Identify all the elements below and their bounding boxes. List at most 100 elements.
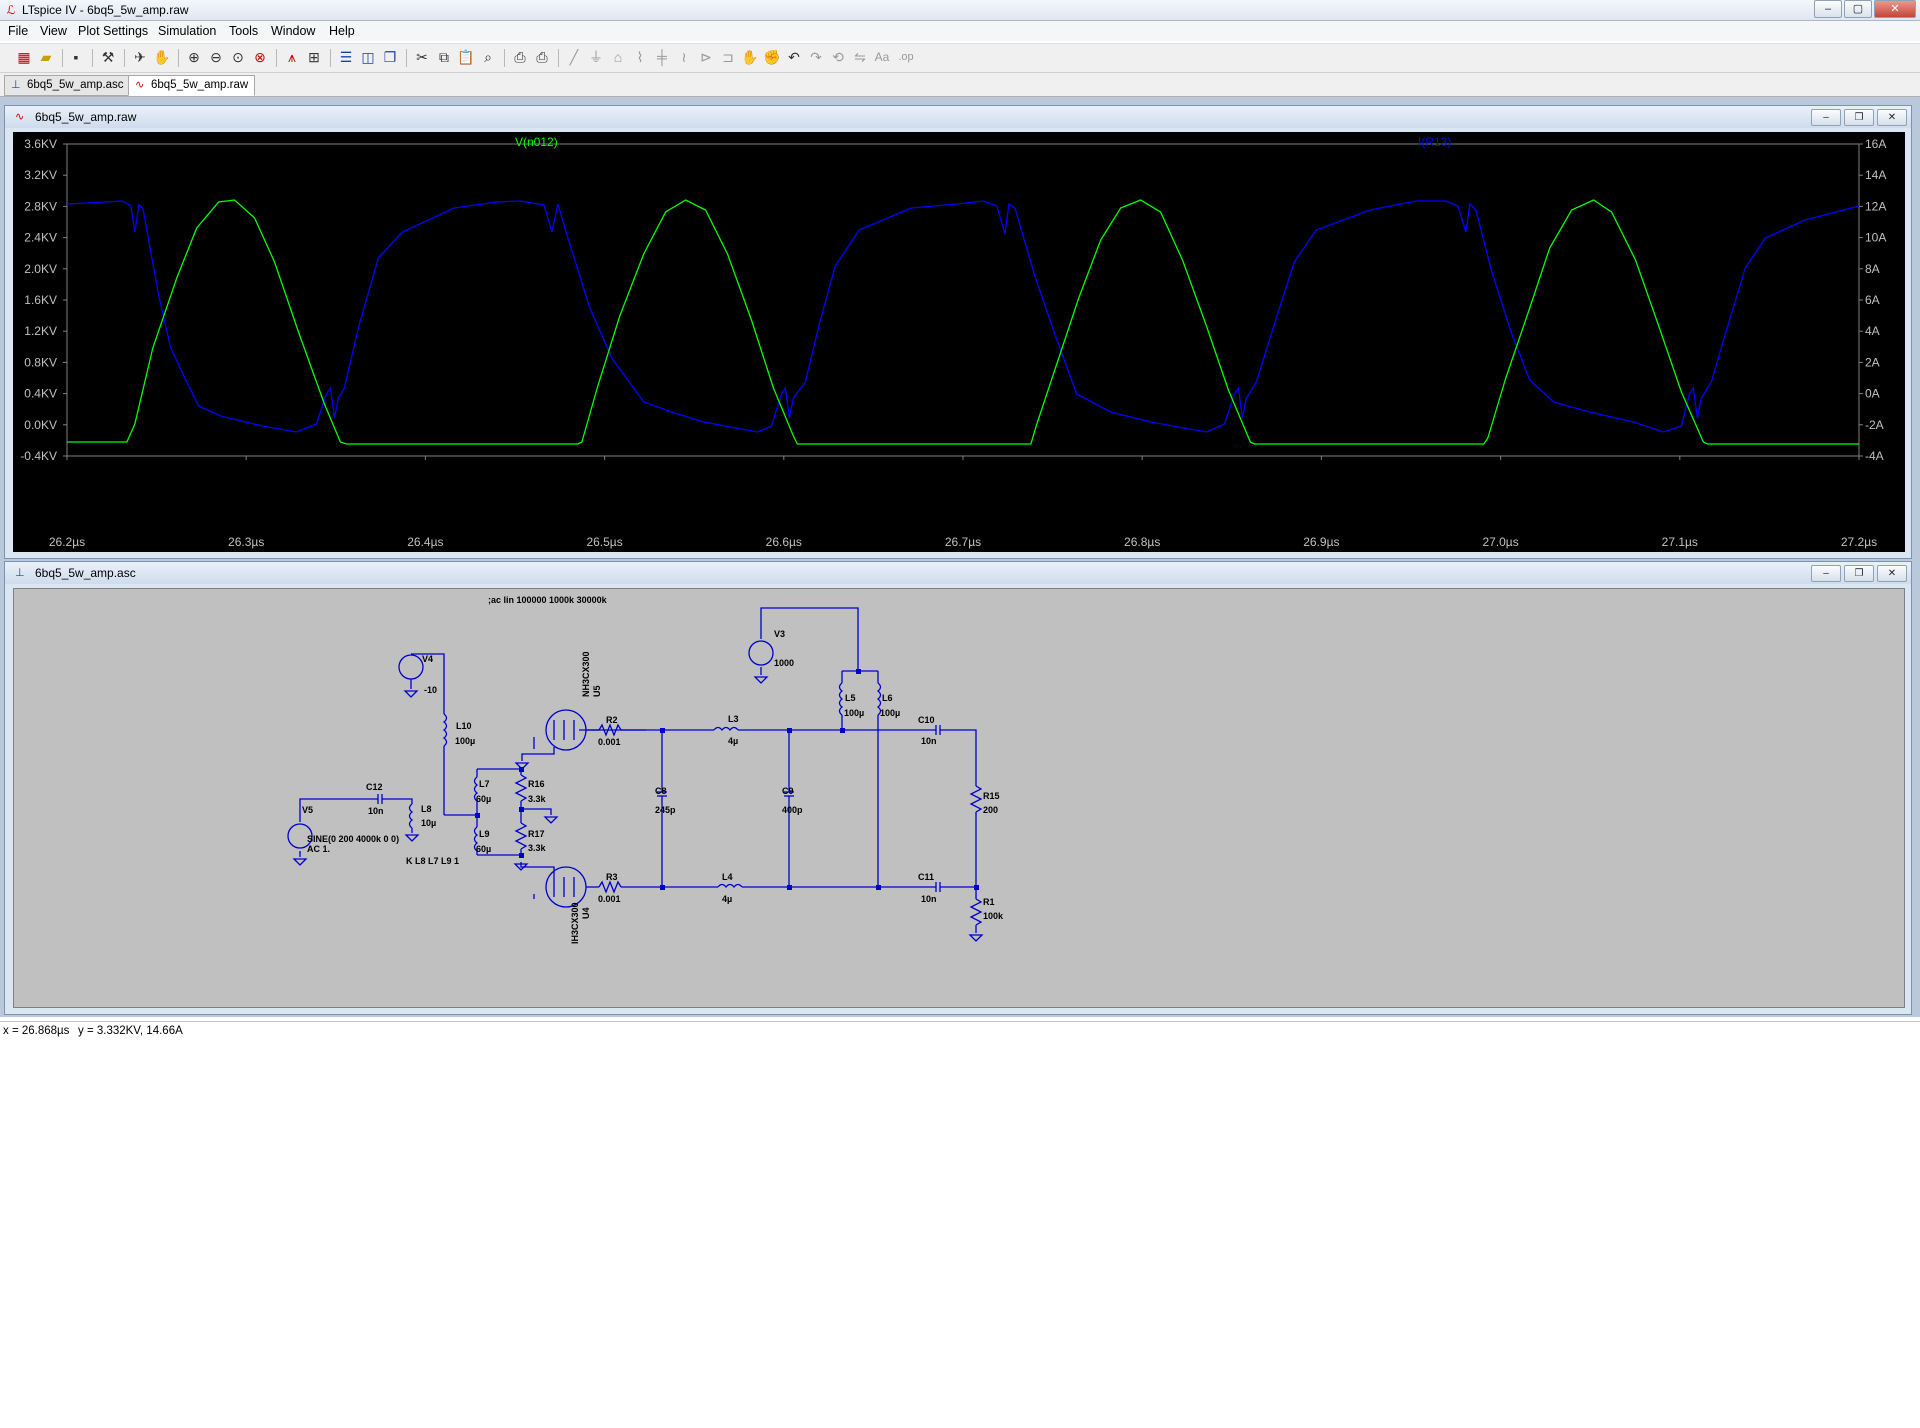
- zoom-in-icon[interactable]: ⊕: [184, 47, 204, 67]
- tab-waveform[interactable]: ∿ 6bq5_5w_amp.raw: [128, 75, 256, 96]
- tile-vertical-icon[interactable]: ◫: [358, 47, 378, 67]
- label-L3: L3: [728, 714, 739, 724]
- schematic-minimize-button[interactable]: –: [1811, 565, 1841, 582]
- waveform-window-title: 6bq5_5w_amp.raw: [35, 110, 137, 124]
- menu-tools[interactable]: Tools: [229, 24, 258, 38]
- waveform-plot-svg: 3.6KV 3.2KV 2.8KV 2.4KV 2.0KV 1.6KV 1.2K…: [20, 135, 1886, 549]
- menu-simulation[interactable]: Simulation: [158, 24, 216, 38]
- waveform-window-titlebar[interactable]: ∿ 6bq5_5w_amp.raw – ❐ ✕: [5, 106, 1911, 128]
- copy-icon[interactable]: ⧉: [434, 47, 454, 67]
- y-right-tick: 4A: [1865, 324, 1880, 338]
- label-V5: V5: [302, 805, 313, 815]
- new-schematic-icon[interactable]: ▦: [14, 47, 34, 67]
- tile-horizontal-icon[interactable]: ☰: [336, 47, 356, 67]
- zoom-fit-icon[interactable]: ⊙: [228, 47, 248, 67]
- label-icon[interactable]: ⌂: [608, 47, 628, 67]
- maximize-button[interactable]: ▢: [1844, 0, 1872, 18]
- schematic-restore-button[interactable]: ❐: [1844, 565, 1874, 582]
- label-C10-val: 10n: [921, 736, 937, 746]
- paste-icon[interactable]: 📋: [456, 47, 476, 67]
- mdi-area: ∿ 6bq5_5w_amp.raw – ❐ ✕ 3.6KV 3.2KV 2.8K…: [0, 97, 1920, 1017]
- label-R17-val: 3.3k: [528, 843, 547, 853]
- label-L6-val: 100µ: [880, 708, 900, 718]
- waveform-icon: ∿: [135, 79, 145, 91]
- label-C11-val: 10n: [921, 894, 937, 904]
- cut-icon[interactable]: ✂: [412, 47, 432, 67]
- label-V5-val1: SINE(0 200 4000k 0 0): [307, 834, 399, 844]
- close-button[interactable]: ✕: [1874, 0, 1916, 18]
- component-icon[interactable]: ⊐: [718, 47, 738, 67]
- trace-ir13: [66, 200, 1860, 433]
- label-V3-val: 1000: [774, 658, 794, 668]
- inductor-icon[interactable]: ≀: [674, 47, 694, 67]
- y-left-tick: 2.8KV: [24, 199, 57, 213]
- schematic-window-title: 6bq5_5w_amp.asc: [35, 566, 136, 580]
- menu-help[interactable]: Help: [329, 24, 355, 38]
- text-icon[interactable]: Aa: [872, 47, 892, 67]
- trace-label-ir13[interactable]: I(R13): [1418, 135, 1451, 149]
- menu-file[interactable]: File: [8, 24, 28, 38]
- label-L10: L10: [456, 721, 472, 731]
- y-left-tick: 0.0KV: [24, 418, 57, 432]
- status-bar: x = 26.868µs y = 3.332KV, 14.66A: [0, 1021, 1920, 1042]
- control-panel-icon[interactable]: ⚒: [98, 47, 118, 67]
- cascade-icon[interactable]: ❐: [380, 47, 400, 67]
- menu-window[interactable]: Window: [271, 24, 315, 38]
- schematic-canvas[interactable]: ;ac lin 100000 1000k 30000k V4 -10 V3 10…: [13, 588, 1905, 1008]
- y-left-tick: -0.4KV: [20, 449, 57, 463]
- rotate-icon[interactable]: ⟲: [828, 47, 848, 67]
- menu-view[interactable]: View: [40, 24, 67, 38]
- print-preview-icon[interactable]: ⎙: [510, 47, 530, 67]
- zoom-out-icon[interactable]: ⊖: [206, 47, 226, 67]
- cursor-y-readout: y = 3.332KV, 14.66A: [78, 1025, 183, 1037]
- label-R1-val: 100k: [983, 911, 1004, 921]
- sheet-icon[interactable]: ⊞: [304, 47, 324, 67]
- wire-icon[interactable]: ╱: [564, 47, 584, 67]
- resistor-icon[interactable]: ⌇: [630, 47, 650, 67]
- waveform-plot[interactable]: 3.6KV 3.2KV 2.8KV 2.4KV 2.0KV 1.6KV 1.2K…: [13, 132, 1905, 552]
- x-tick: 26.4µs: [407, 535, 443, 549]
- save-icon[interactable]: ▪: [66, 47, 86, 67]
- spice-directive[interactable]: ;ac lin 100000 1000k 30000k: [488, 595, 608, 605]
- ground-icon[interactable]: ⏚: [586, 47, 606, 67]
- label-L10-val: 100µ: [455, 736, 475, 746]
- redo-icon[interactable]: ↷: [806, 47, 826, 67]
- drag-icon[interactable]: ✊: [762, 47, 782, 67]
- label-U4-model: IH3CX300: [570, 902, 580, 944]
- label-L7: L7: [479, 779, 490, 789]
- x-tick: 27.2µs: [1841, 535, 1877, 549]
- waveform-minimize-button[interactable]: –: [1811, 109, 1841, 126]
- schematic-close-button[interactable]: ✕: [1877, 565, 1907, 582]
- spice-directive-icon[interactable]: .op: [896, 47, 916, 67]
- print-icon[interactable]: ⎙: [532, 47, 552, 67]
- trace-label-vn012[interactable]: V(n012): [515, 135, 558, 149]
- label-L5-val: 100µ: [844, 708, 864, 718]
- x-tick: 26.7µs: [945, 535, 981, 549]
- run-icon[interactable]: ✈: [130, 47, 150, 67]
- schematic-icon: ⊥: [15, 567, 25, 579]
- diode-icon[interactable]: ⊳: [696, 47, 716, 67]
- label-L6: L6: [882, 693, 893, 703]
- minimize-button[interactable]: –: [1814, 0, 1842, 18]
- y-right-tick: 8A: [1865, 262, 1880, 276]
- mirror-icon[interactable]: ⇋: [850, 47, 870, 67]
- pan-icon[interactable]: ✋: [152, 47, 172, 67]
- label-C9-val: 400p: [782, 805, 803, 815]
- undo-icon[interactable]: ↶: [784, 47, 804, 67]
- label-L8: L8: [421, 804, 432, 814]
- tab-schematic[interactable]: ⊥ 6bq5_5w_amp.asc: [4, 75, 131, 96]
- autoscale-icon[interactable]: ⩚: [282, 47, 302, 67]
- waveform-restore-button[interactable]: ❐: [1844, 109, 1874, 126]
- title-bar: ℒ LTspice IV - 6bq5_5w_amp.raw – ▢ ✕: [0, 0, 1920, 21]
- find-icon[interactable]: ⌕: [478, 47, 498, 67]
- y-right-tick: 6A: [1865, 293, 1880, 307]
- document-tabs: ⊥ 6bq5_5w_amp.asc ∿ 6bq5_5w_amp.raw: [0, 73, 1920, 97]
- zoom-cancel-icon[interactable]: ⊗: [250, 47, 270, 67]
- move-icon[interactable]: ✋: [740, 47, 760, 67]
- menu-plot-settings[interactable]: Plot Settings: [78, 24, 148, 38]
- waveform-close-button[interactable]: ✕: [1877, 109, 1907, 126]
- open-icon[interactable]: ▰: [36, 47, 56, 67]
- schematic-window-titlebar[interactable]: ⊥ 6bq5_5w_amp.asc – ❐ ✕: [5, 562, 1911, 584]
- label-U5-model: NH3CX300: [581, 651, 591, 697]
- capacitor-icon[interactable]: ╪: [652, 47, 672, 67]
